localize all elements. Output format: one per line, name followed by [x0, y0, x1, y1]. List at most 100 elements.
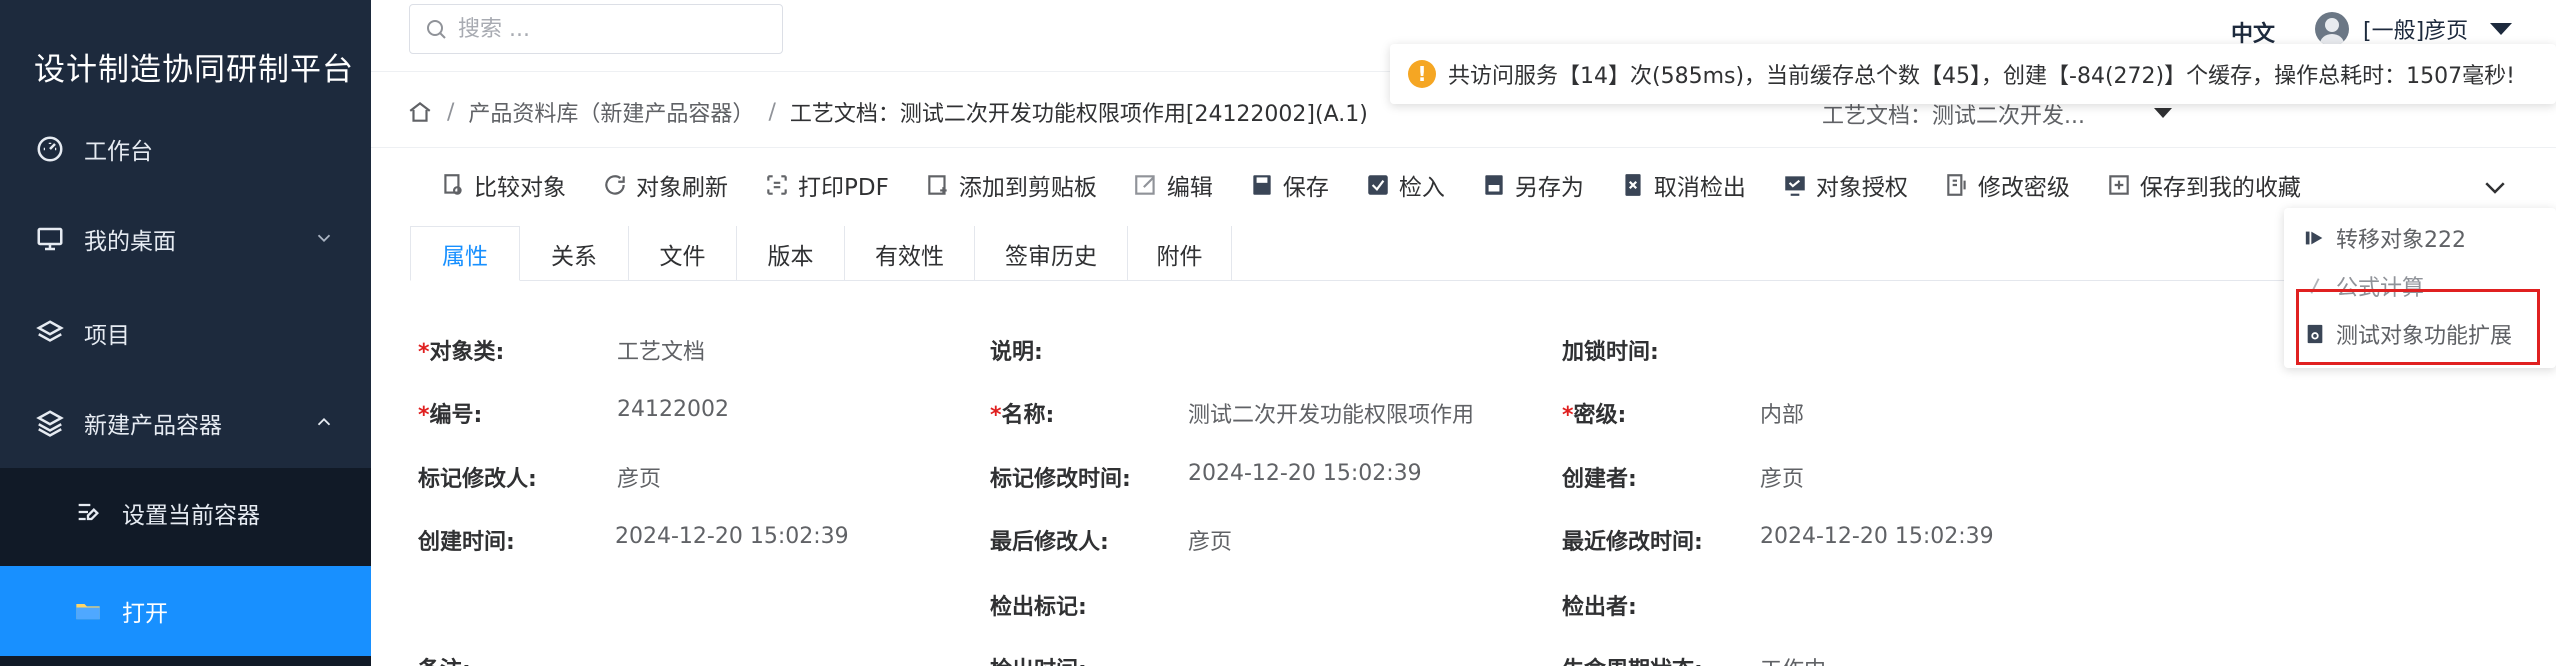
- favorite-add-icon: [2109, 175, 2129, 195]
- add-to-clipboard-label: 添加到剪贴板: [958, 175, 1097, 201]
- warning-icon: !: [1408, 60, 1436, 88]
- breadcrumb-item[interactable]: 产品资料库（新建产品容器）: [468, 96, 754, 128]
- cancel-checkout-icon: [1625, 174, 1641, 196]
- caret-down-icon: [2490, 23, 2513, 35]
- transfer-icon: [2305, 231, 2323, 245]
- field-label-lock-time: 加锁时间:: [1562, 340, 1659, 365]
- notification-text: 共访问服务【14】次(585ms)，当前缓存总个数【45】，创建【-84(272…: [1448, 64, 2515, 89]
- user-menu[interactable]: [一般]彦页: [2315, 12, 2513, 46]
- refresh-label: 对象刷新: [636, 175, 728, 201]
- search-icon: [427, 20, 446, 39]
- field-value-recent-modify-time: 2024-12-20 15:02:39: [1760, 524, 1994, 549]
- sidebar-item-workbench[interactable]: 工作台: [0, 104, 371, 194]
- authorize-label: 对象授权: [1815, 175, 1908, 201]
- field-label-checkout-mark: 检出标记:: [990, 595, 1087, 620]
- field-value-number: 24122002: [617, 397, 729, 422]
- sidebar-item-label: 新建产品容器: [84, 413, 222, 439]
- field-value-create-time: 2024-12-20 15:02:39: [615, 524, 849, 549]
- print-pdf-icon: [767, 175, 787, 195]
- authorize-icon: [1785, 176, 1805, 196]
- home-icon[interactable]: [407, 99, 433, 125]
- field-value-name: 测试二次开发功能权限项作用: [1188, 403, 1475, 428]
- sidebar-subitem-open[interactable]: 打开: [0, 566, 371, 656]
- extension-icon: [2307, 324, 2323, 344]
- tab-relations[interactable]: 关系: [520, 226, 629, 281]
- edit-icon: [1134, 175, 1155, 195]
- more-actions-dropdown: 转移对象222 公式计算 测试对象功能扩展: [2284, 208, 2556, 368]
- breadcrumb-separator: /: [768, 99, 776, 125]
- field-value-object-class: 工艺文档: [617, 340, 706, 365]
- avatar: [2315, 12, 2349, 46]
- save-as-label: 另存为: [1514, 175, 1584, 201]
- sidebar-subitem-label: 打开: [122, 601, 168, 627]
- folder-icon: [74, 596, 104, 626]
- field-label-recent-modify-time: 最近修改时间:: [1562, 530, 1703, 555]
- tab-files[interactable]: 文件: [629, 226, 737, 281]
- change-security-level-button[interactable]: 修改密级: [1944, 168, 2070, 202]
- field-value-last-modifier: 彦页: [1188, 530, 1233, 555]
- field-label-mark-modify-time: 标记修改时间:: [990, 467, 1131, 492]
- save-as-button[interactable]: 另存为: [1481, 168, 1584, 202]
- notification-toast: ! 共访问服务【14】次(585ms)，当前缓存总个数【45】，创建【-84(2…: [1390, 44, 2556, 104]
- field-label-name: *名称:: [990, 403, 1055, 428]
- field-value-mark-modifier: 彦页: [617, 467, 662, 492]
- field-label-description: 说明:: [990, 340, 1043, 365]
- compare-label: 比较对象: [474, 175, 566, 201]
- list-settings-icon: [74, 498, 104, 528]
- tab-versions[interactable]: 版本: [737, 226, 845, 281]
- dropdown-item-label: 测试对象功能扩展: [2336, 324, 2513, 349]
- field-label-creator: 创建者:: [1562, 467, 1637, 492]
- checkin-icon: [1368, 175, 1388, 195]
- breadcrumb-separator: /: [447, 99, 455, 125]
- dropdown-item-formula[interactable]: 公式计算: [2304, 270, 2424, 302]
- field-value-lifecycle-state: 工作中: [1760, 652, 1826, 666]
- edit-label: 编辑: [1166, 175, 1213, 201]
- save-button[interactable]: 保存: [1249, 168, 1329, 202]
- cancel-checkout-label: 取消检出: [1653, 175, 1746, 201]
- print-pdf-button[interactable]: 打印PDF: [764, 168, 889, 202]
- checkin-label: 检入: [1398, 175, 1445, 201]
- tab-validity[interactable]: 有效性: [845, 226, 975, 281]
- security-level-icon: [1947, 174, 1966, 196]
- field-label-last-modifier: 最后修改人:: [990, 530, 1109, 555]
- breadcrumb: / 产品资料库（新建产品容器） / 工艺文档：测试二次开发功能权限项作用[241…: [407, 96, 1368, 128]
- dropdown-item-transfer[interactable]: 转移对象222: [2304, 222, 2466, 254]
- chevron-up-icon: [317, 417, 331, 426]
- print-pdf-label: 打印PDF: [798, 175, 889, 201]
- chevron-down-icon: [317, 234, 331, 243]
- layers-icon: [34, 407, 66, 439]
- app-root: 设计制造协同研制平台 工作台 我的桌面 项目 新建产品容器 设置当前容器 打开 …: [0, 0, 2556, 666]
- layers-icon: [34, 317, 66, 349]
- sidebar-item-label: 工作台: [84, 139, 153, 165]
- cancel-checkout-button[interactable]: 取消检出: [1620, 168, 1746, 202]
- compare-button[interactable]: 比较对象: [440, 168, 566, 202]
- search-box[interactable]: [409, 4, 783, 54]
- search-input[interactable]: [458, 16, 758, 42]
- sidebar-item-project[interactable]: 项目: [0, 288, 371, 378]
- sidebar-subitem-label: 设置当前容器: [122, 503, 260, 529]
- tab-properties[interactable]: 属性: [410, 226, 520, 281]
- tab-review-history[interactable]: 签审历史: [975, 226, 1128, 281]
- checkin-button[interactable]: 检入: [1365, 168, 1445, 202]
- change-security-level-label: 修改密级: [1977, 175, 2070, 201]
- sidebar-item-new-product-container[interactable]: 新建产品容器: [0, 378, 371, 468]
- field-label-lifecycle-state: 生命周期状态:: [1562, 652, 1703, 666]
- field-value-creator: 彦页: [1760, 467, 1805, 492]
- add-to-clipboard-button[interactable]: 添加到剪贴板: [925, 168, 1097, 202]
- dashboard-icon: [34, 133, 66, 165]
- tab-attachments[interactable]: 附件: [1128, 226, 1232, 281]
- field-label-remarks: 备注:: [418, 652, 471, 666]
- dropdown-item-test-extension[interactable]: 测试对象功能扩展: [2304, 318, 2512, 350]
- user-name: [一般]彦页: [2363, 19, 2469, 44]
- field-label-object-class: *对象类:: [418, 340, 505, 365]
- save-to-favorites-button[interactable]: 保存到我的收藏: [2106, 168, 2301, 202]
- sidebar-item-my-desktop[interactable]: 我的桌面: [0, 194, 371, 284]
- sidebar-subitem-set-container[interactable]: 设置当前容器: [0, 468, 371, 558]
- authorize-button[interactable]: 对象授权: [1782, 168, 1908, 202]
- save-label: 保存: [1282, 175, 1329, 201]
- tab-bar: 属性 关系 文件 版本 有效性 签审历史 附件: [410, 226, 2556, 281]
- refresh-button[interactable]: 对象刷新: [602, 168, 728, 202]
- edit-button[interactable]: 编辑: [1133, 168, 1213, 202]
- dropdown-item-label: 公式计算: [2336, 276, 2425, 301]
- more-actions-chevron-icon[interactable]: [2480, 172, 2510, 202]
